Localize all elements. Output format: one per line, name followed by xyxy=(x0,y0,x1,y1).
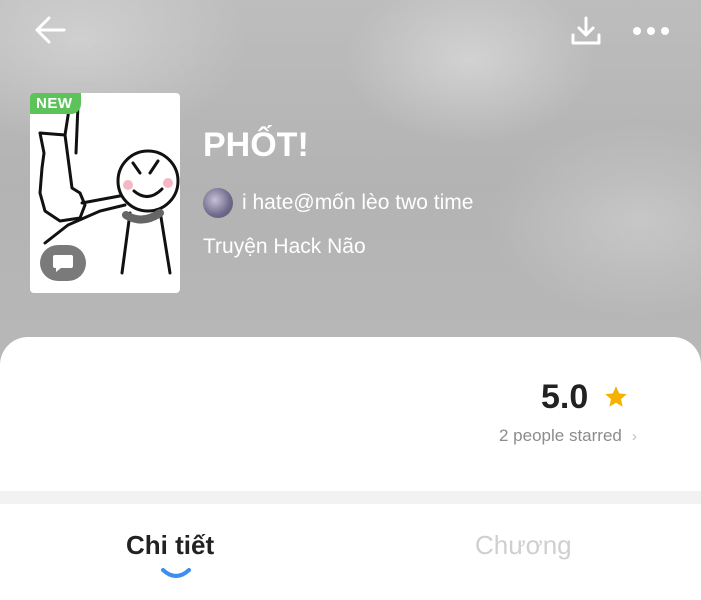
more-options-button[interactable] xyxy=(628,14,674,48)
author-name: i hate@mốn lèo two time xyxy=(242,191,474,214)
rating-card xyxy=(0,337,701,491)
section-divider xyxy=(0,491,701,504)
tab-details[interactable]: Chi tiết xyxy=(126,530,214,561)
story-genre[interactable]: Truyện Hack Não xyxy=(203,235,366,259)
story-header-background: NEW PHỐT! i hate@mốn lèo two time Truyện… xyxy=(0,0,701,370)
starred-count-link[interactable]: 2 people starred › xyxy=(499,426,637,446)
more-horizontal-icon xyxy=(633,27,669,35)
download-icon xyxy=(571,16,601,45)
star-icon xyxy=(605,386,627,407)
story-cover[interactable]: NEW xyxy=(30,93,180,293)
author-link[interactable]: i hate@mốn lèo two time xyxy=(203,188,473,218)
comment-badge xyxy=(40,245,86,281)
new-badge: NEW xyxy=(30,93,81,114)
chevron-right-icon: › xyxy=(631,427,637,445)
tab-chapters[interactable]: Chương xyxy=(475,530,572,561)
starred-count-text: 2 people starred xyxy=(499,426,622,445)
arrow-left-icon xyxy=(35,16,66,44)
download-button[interactable] xyxy=(566,12,606,50)
story-title: PHỐT! xyxy=(203,126,309,164)
back-button[interactable] xyxy=(28,10,74,50)
active-tab-indicator xyxy=(161,568,191,578)
rating-value: 5.0 xyxy=(541,378,589,416)
comment-icon xyxy=(53,255,73,272)
author-avatar xyxy=(203,188,233,218)
